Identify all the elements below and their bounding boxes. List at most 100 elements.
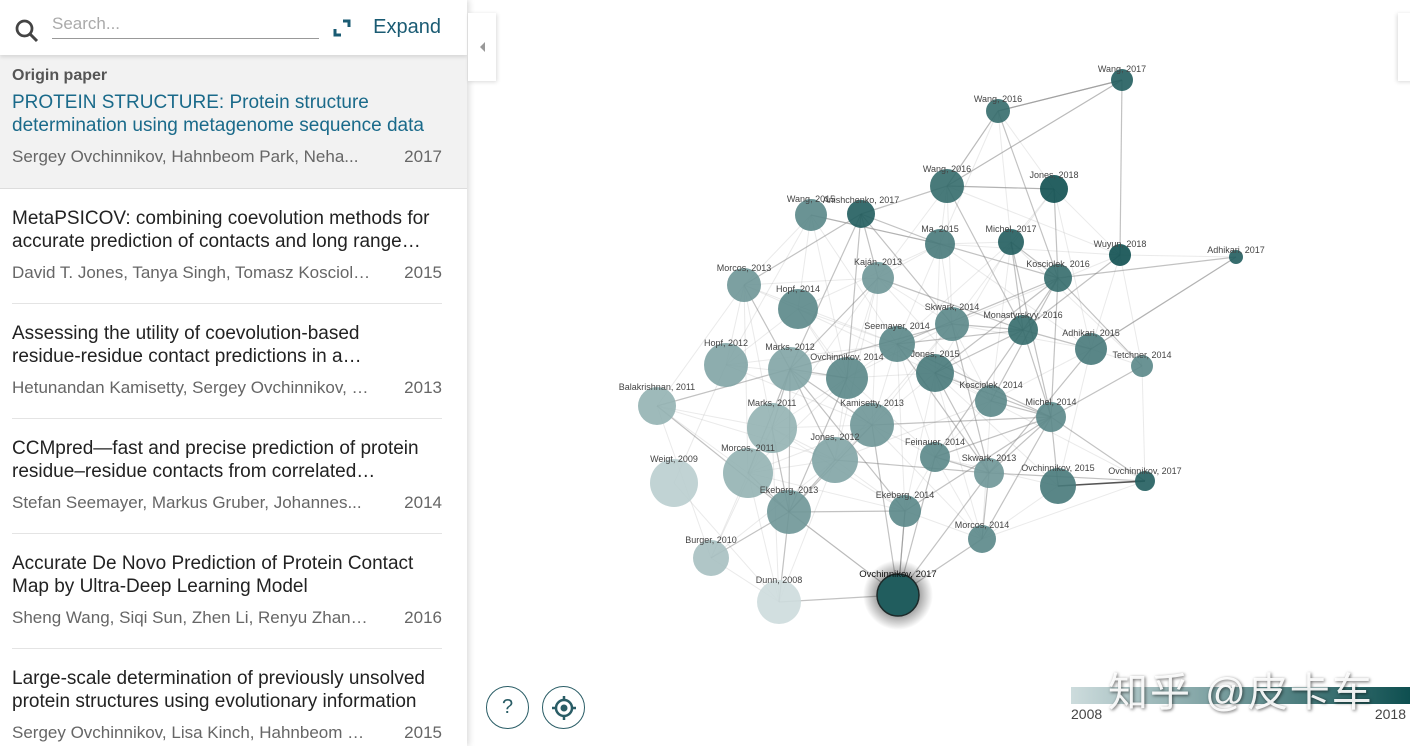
paper-list-item[interactable]: CCMpred—fast and precise prediction of p… [12, 419, 442, 534]
graph-node[interactable]: Morcos, 2014 [955, 520, 1010, 553]
node-circle[interactable] [704, 343, 748, 387]
node-circle[interactable] [826, 357, 868, 399]
node-circle[interactable] [1040, 468, 1076, 504]
node-label: Feinauer, 2014 [905, 437, 965, 447]
node-circle[interactable] [650, 459, 698, 507]
graph-node[interactable]: Jones, 2012 [810, 432, 860, 483]
node-label: Michel, 2014 [1025, 397, 1076, 407]
graph-edge [896, 343, 906, 512]
help-button[interactable]: ? [486, 686, 529, 729]
node-circle[interactable] [727, 268, 761, 302]
node-label: Anishchenko, 2017 [823, 195, 900, 205]
node-circle[interactable] [638, 387, 676, 425]
graph-edge [1119, 79, 1123, 256]
origin-paper[interactable]: Origin paper PROTEIN STRUCTURE: Protein … [0, 55, 467, 189]
graph-node[interactable]: Anishchenko, 2017 [823, 195, 900, 228]
graph-node[interactable]: Wang, 2017 [1098, 64, 1146, 91]
node-label: Balakrishnan, 2011 [619, 382, 695, 392]
paper-list-item[interactable]: Assessing the utility of coevolution-bas… [12, 304, 442, 419]
node-label: Morcos, 2014 [955, 520, 1010, 530]
graph-node[interactable]: Skwark, 2013 [962, 453, 1017, 488]
year-legend: 2008 2018 [1071, 687, 1410, 722]
graph-node[interactable]: Weigt, 2009 [650, 454, 698, 507]
node-label: Marks, 2011 [748, 398, 797, 408]
graph-node[interactable]: Ovchinnikov, 2017 [1108, 466, 1182, 491]
node-label: Jones, 2018 [1029, 170, 1078, 180]
node-label: Kosciolek, 2016 [1026, 259, 1090, 269]
node-label: Ovchinnikov, 2017 [1108, 466, 1181, 476]
legend-max-year: 2018 [1374, 706, 1406, 722]
node-label: Wang, 2016 [974, 94, 1022, 104]
graph-node[interactable]: Wang, 2016 [923, 164, 971, 203]
node-label: Adhikari, 2017 [1207, 245, 1265, 255]
expand-label: Expand [373, 16, 441, 38]
graph-node[interactable]: Ma, 2015 [921, 224, 959, 259]
node-label: Morcos, 2011 [721, 443, 775, 453]
node-label: Michel, 2017 [985, 224, 1036, 234]
node-label: Ekeberg, 2014 [876, 490, 935, 500]
node-circle[interactable] [876, 573, 920, 617]
paper-authors: Sergey Ovchinnikov, Lisa Kinch, Hahnbeom… [12, 723, 372, 742]
graph-node[interactable]: Wang, 2016 [974, 94, 1022, 123]
graph-node[interactable]: Hopf, 2014 [776, 284, 820, 329]
node-label: Skwark, 2013 [962, 453, 1017, 463]
node-label: Kosciolek, 2014 [959, 380, 1023, 390]
graph-node[interactable]: Wuyun, 2018 [1094, 239, 1147, 266]
paper-title[interactable]: Large-scale determination of previously … [12, 667, 432, 713]
node-label: Wuyun, 2018 [1094, 239, 1147, 249]
paper-year: 2014 [404, 493, 442, 512]
paper-title[interactable]: Assessing the utility of coevolution-bas… [12, 322, 432, 368]
graph-node[interactable]: Dunn, 2008 [756, 575, 803, 624]
node-label: Tetchner, 2014 [1112, 350, 1171, 360]
recenter-button[interactable] [542, 686, 585, 729]
graph-edge [1119, 254, 1237, 258]
search-bar: Expand [0, 0, 467, 55]
node-circle[interactable] [768, 347, 812, 391]
node-label: Kaján, 2013 [854, 257, 902, 267]
graph-node[interactable]: Jones, 2015 [910, 349, 960, 392]
paper-list-item[interactable]: MetaPSICOV: combining coevolution method… [12, 189, 442, 304]
node-circle[interactable] [767, 490, 811, 534]
node-circle[interactable] [812, 437, 858, 483]
paper-list-item[interactable]: Accurate De Novo Prediction of Protein C… [12, 534, 442, 649]
search-input[interactable] [52, 10, 319, 39]
origin-title[interactable]: PROTEIN STRUCTURE: Protein structure det… [12, 91, 432, 137]
graph-node[interactable]: Michel, 2014 [1025, 397, 1077, 432]
graph-edge [990, 348, 1092, 402]
collapse-panel-button[interactable] [468, 13, 496, 81]
node-label: Wang, 2016 [923, 164, 971, 174]
paper-authors: Sheng Wang, Siqi Sun, Zhen Li, Renyu Zha… [12, 608, 372, 627]
graph-node[interactable]: Ovchinnikov, 2015 [1021, 463, 1095, 504]
graph-node[interactable]: Tetchner, 2014 [1112, 350, 1172, 377]
node-label: Jones, 2012 [810, 432, 859, 442]
expand-button[interactable]: Expand [333, 16, 441, 39]
graph-node[interactable]: Adhikari, 2017 [1207, 245, 1265, 264]
graph-node[interactable]: Balakrishnan, 2011 [619, 382, 695, 425]
paper-year: 2015 [404, 723, 442, 742]
node-label: Seemayer, 2014 [864, 321, 930, 331]
node-label: Marks, 2012 [765, 342, 815, 352]
crosshair-icon [551, 695, 576, 720]
node-circle[interactable] [693, 540, 729, 576]
node-circle[interactable] [930, 169, 964, 203]
paper-title[interactable]: CCMpred—fast and precise prediction of p… [12, 437, 432, 483]
graph-node[interactable]: Skwark, 2014 [925, 302, 980, 341]
side-panel-button[interactable] [1398, 13, 1410, 81]
graph-node[interactable]: Ovchinnikov, 2017 [859, 560, 937, 630]
graph-node[interactable]: Hopf, 2012 [704, 338, 748, 387]
graph-node[interactable]: Ekeberg, 2013 [760, 485, 819, 534]
search-icon [15, 19, 39, 42]
paper-title[interactable]: Accurate De Novo Prediction of Protein C… [12, 552, 432, 598]
graph-node[interactable]: Jones, 2018 [1029, 170, 1079, 203]
graph-node[interactable]: Morcos, 2013 [717, 263, 772, 302]
node-circle[interactable] [778, 289, 818, 329]
paper-year: 2016 [404, 608, 442, 627]
node-circle[interactable] [757, 580, 801, 624]
graph-canvas[interactable]: Wang, 2017 Wang, 2016 Wang, 2016 Jones, 201… [467, 0, 1410, 746]
node-circle[interactable] [935, 307, 969, 341]
paper-title[interactable]: MetaPSICOV: combining coevolution method… [12, 207, 432, 253]
node-circle[interactable] [916, 354, 954, 392]
paper-list-item[interactable]: Large-scale determination of previously … [12, 649, 442, 746]
legend-min-year: 2008 [1071, 706, 1103, 722]
graph-node[interactable]: Michel, 2017 [985, 224, 1037, 255]
